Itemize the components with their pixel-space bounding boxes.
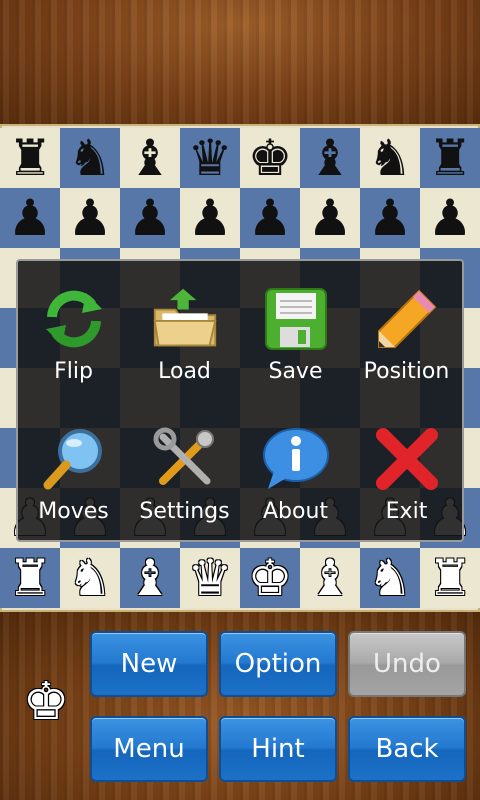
wood-header [0, 0, 480, 124]
pencil-icon [373, 285, 441, 353]
info-bubble-icon [262, 425, 330, 493]
board-square[interactable]: ♞ [360, 548, 420, 608]
back-button[interactable]: Back [348, 716, 466, 782]
menu-settings[interactable]: Settings [129, 401, 240, 541]
red-x-icon [373, 425, 441, 493]
menu-exit[interactable]: Exit [351, 401, 462, 541]
menu-about[interactable]: About [240, 401, 351, 541]
board-square[interactable]: ♟ [300, 188, 360, 248]
board-square[interactable]: ♝ [300, 128, 360, 188]
new-button[interactable]: New [90, 631, 208, 697]
board-square[interactable]: ♝ [120, 548, 180, 608]
menu-flip[interactable]: Flip [18, 261, 129, 401]
menu-button[interactable]: Menu [90, 716, 208, 782]
board-square[interactable]: ♟ [360, 188, 420, 248]
board-square[interactable]: ♟ [60, 188, 120, 248]
white-king-icon: ♚ [22, 672, 70, 732]
folder-load-icon [151, 285, 219, 353]
menu-label: Load [158, 359, 211, 384]
undo-button[interactable]: Undo [348, 631, 466, 697]
magnifier-icon [40, 425, 108, 493]
popup-menu: Flip Load Save Position Moves Settings A… [16, 259, 464, 542]
board-square[interactable]: ♜ [420, 128, 480, 188]
board-square[interactable]: ♟ [240, 188, 300, 248]
board-square[interactable]: ♟ [420, 188, 480, 248]
board-square[interactable]: ♞ [360, 128, 420, 188]
board-square[interactable]: ♜ [420, 548, 480, 608]
board-square[interactable]: ♞ [60, 548, 120, 608]
menu-label: Moves [38, 498, 109, 524]
board-square[interactable]: ♛ [180, 548, 240, 608]
hint-button[interactable]: Hint [219, 716, 337, 782]
board-square[interactable]: ♚ [240, 128, 300, 188]
menu-label: Settings [139, 498, 230, 524]
menu-label: Position [363, 359, 450, 384]
menu-label: Flip [54, 359, 93, 384]
board-square[interactable]: ♚ [240, 548, 300, 608]
floppy-disk-icon [262, 285, 330, 353]
flip-arrows-icon [40, 285, 108, 353]
board-square[interactable]: ♟ [0, 188, 60, 248]
board-square[interactable]: ♟ [120, 188, 180, 248]
board-square[interactable]: ♜ [0, 548, 60, 608]
board-square[interactable]: ♟ [180, 188, 240, 248]
menu-label: About [262, 498, 329, 524]
menu-position[interactable]: Position [351, 261, 462, 401]
menu-save[interactable]: Save [240, 261, 351, 401]
board-square[interactable]: ♛ [180, 128, 240, 188]
option-button[interactable]: Option [219, 631, 337, 697]
board-square[interactable]: ♞ [60, 128, 120, 188]
menu-moves[interactable]: Moves [18, 401, 129, 541]
board-square[interactable]: ♜ [0, 128, 60, 188]
menu-label: Exit [385, 498, 428, 524]
menu-label: Save [268, 359, 323, 384]
tools-icon [151, 425, 219, 493]
menu-load[interactable]: Load [129, 261, 240, 401]
board-square[interactable]: ♝ [120, 128, 180, 188]
board-square[interactable]: ♝ [300, 548, 360, 608]
